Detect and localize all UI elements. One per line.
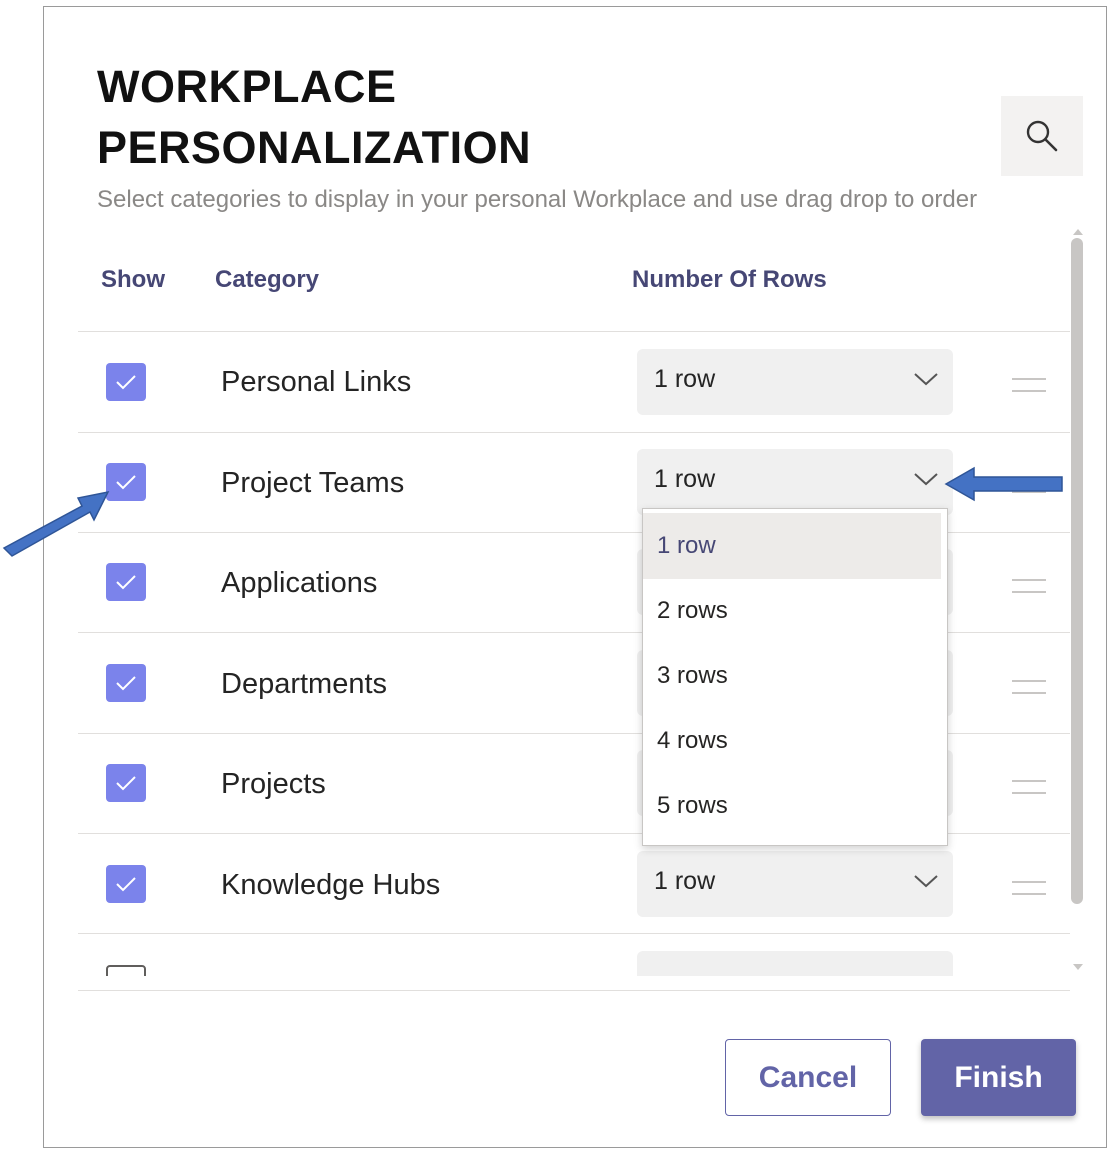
table-row: Knowledge Hubs 1 row [78,834,1070,934]
scroll-up-icon [1073,229,1083,235]
category-label: Project Teams [221,467,405,499]
dialog-title: WORKPLACE PERSONALIZATION [97,61,532,173]
rows-select[interactable]: 1 row [637,449,953,515]
cancel-button[interactable]: Cancel [725,1039,891,1116]
column-header-show: Show [101,266,165,293]
table-row: Personal Links 1 row [78,332,1070,432]
scroll-down-icon [1073,964,1083,970]
category-label: Knowledge Hubs [221,869,441,901]
show-checkbox[interactable] [106,764,146,802]
show-checkbox[interactable] [106,664,146,702]
checkmark-icon [116,877,136,892]
drag-handle[interactable] [1012,378,1046,394]
checkmark-icon [116,676,136,691]
show-checkbox[interactable] [106,363,146,401]
rows-select-value: 1 row [654,867,716,895]
rows-select[interactable]: 1 row [637,349,953,415]
dialog-subtitle: Select categories to display in your per… [97,186,978,213]
rows-select-value: 1 row [654,365,716,393]
category-label: Projects [221,768,326,800]
rows-select[interactable]: 1 row [637,851,953,917]
annotation-arrow-right-icon [944,466,1063,502]
checkmark-icon [116,375,136,390]
search-button[interactable] [1001,96,1083,176]
dropdown-option[interactable]: 5 rows [643,773,941,839]
category-label: Applications [221,567,378,599]
chevron-down-icon [914,875,938,888]
drag-handle[interactable] [1012,780,1046,796]
show-checkbox[interactable] [106,965,146,976]
checkmark-icon [116,475,136,490]
search-icon [1026,120,1058,152]
footer-divider [78,990,1070,991]
drag-handle[interactable] [1012,881,1046,897]
dropdown-option[interactable]: 1 row [643,513,941,579]
show-checkbox[interactable] [106,865,146,903]
chevron-down-icon [914,373,938,386]
show-checkbox[interactable] [106,463,146,501]
table-row-clipped [78,944,1070,976]
drag-handle[interactable] [1012,579,1046,595]
annotation-arrow-left-icon [2,490,110,557]
dropdown-option[interactable]: 3 rows [643,643,941,709]
scrollbar-thumb[interactable] [1071,238,1083,904]
checkmark-icon [116,776,136,791]
drag-handle[interactable] [1012,680,1046,696]
show-checkbox[interactable] [106,563,146,601]
rows-select-value: 1 row [654,465,716,493]
column-header-rows: Number Of Rows [632,266,827,293]
dropdown-option[interactable]: 2 rows [643,578,941,644]
category-label: Departments [221,668,388,700]
checkmark-icon [116,575,136,590]
chevron-down-icon [914,473,938,486]
dropdown-option[interactable]: 4 rows [643,708,941,774]
finish-button[interactable]: Finish [921,1039,1076,1116]
rows-dropdown-menu: 1 row 2 rows 3 rows 4 rows 5 rows [642,508,948,846]
category-label: Personal Links [221,366,412,398]
rows-select[interactable] [637,951,953,976]
column-header-category: Category [215,266,320,293]
